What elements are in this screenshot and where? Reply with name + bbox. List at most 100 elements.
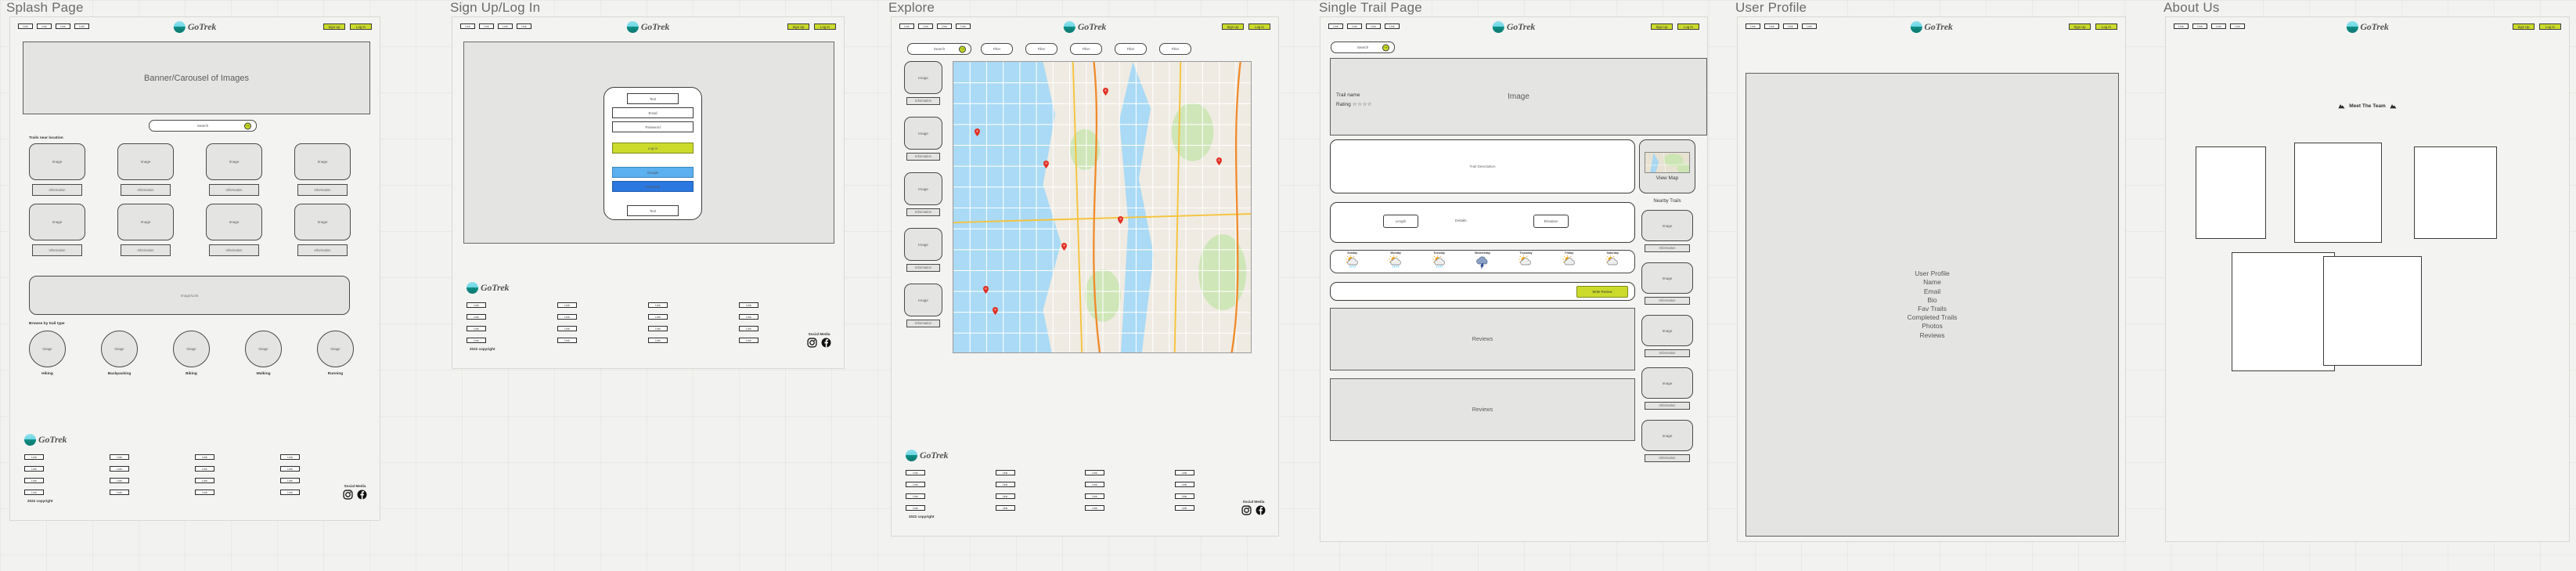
trail-card[interactable]: Image Information: [294, 204, 351, 257]
trail-card[interactable]: Image Information: [1641, 315, 1693, 357]
nav-link-2[interactable]: Link: [1764, 23, 1779, 29]
map-pin-icon[interactable]: [1216, 157, 1223, 166]
nearby-trail-info[interactable]: Information: [1644, 296, 1691, 305]
trail-type-circle-1[interactable]: Image: [29, 331, 66, 367]
map-pin-3[interactable]: [1103, 85, 1108, 96]
footer-link-14[interactable]: Link: [995, 505, 1015, 511]
trail-hero-image[interactable]: Image: [1330, 58, 1707, 136]
footer-brand[interactable]: GoTrek: [906, 450, 949, 461]
trail-card[interactable]: Image Information: [904, 61, 942, 105]
footer-link-4[interactable]: Link: [1174, 470, 1194, 475]
splash-row1-card-image[interactable]: Image: [206, 143, 262, 180]
sign-up-button[interactable]: Sign Up: [323, 23, 345, 30]
footer-link-11[interactable]: Link: [1085, 493, 1104, 499]
map-pin-icon[interactable]: [1118, 215, 1124, 224]
footer-link-5[interactable]: Link: [467, 314, 486, 320]
footer-link-5[interactable]: Link: [906, 482, 925, 487]
explore-result-info[interactable]: Information: [906, 319, 941, 327]
footer-link-13[interactable]: Link: [467, 338, 486, 343]
explore-result-image[interactable]: Image: [904, 117, 942, 150]
map-pin-1[interactable]: [974, 126, 980, 137]
trail-elevation-button[interactable]: Elevation: [1533, 215, 1569, 228]
nearby-trail-info[interactable]: Information: [1644, 454, 1691, 462]
instagram-icon[interactable]: [807, 338, 817, 348]
nav-link-3[interactable]: Link: [56, 23, 70, 29]
banner-carousel[interactable]: Banner/Carousel of Images: [23, 42, 370, 114]
footer-link-10[interactable]: Link: [110, 478, 129, 483]
sign-up-button[interactable]: Sign Up: [787, 23, 809, 30]
splash-row1-card-image[interactable]: Image: [29, 143, 85, 180]
nav-link-1[interactable]: Link: [1328, 23, 1343, 29]
nearby-trail-image[interactable]: Image: [1641, 262, 1693, 294]
search-submit-button[interactable]: →: [1382, 44, 1389, 51]
footer-link-3[interactable]: Link: [648, 302, 668, 308]
facebook-icon[interactable]: [821, 338, 831, 348]
footer-link-1[interactable]: Link: [906, 470, 925, 475]
sign-up-button[interactable]: Sign Up: [2513, 23, 2535, 30]
footer-link-2[interactable]: Link: [995, 470, 1015, 475]
google-login-button[interactable]: Google: [612, 167, 694, 178]
log-in-button[interactable]: Log In: [814, 23, 836, 30]
footer-link-3[interactable]: Link: [195, 454, 214, 460]
splash-row2-card-info[interactable]: Information: [209, 244, 259, 257]
trail-card[interactable]: Image Information: [29, 143, 85, 197]
trail-type-circle-2[interactable]: Image: [101, 331, 138, 367]
image-link-banner[interactable]: Image/Link: [29, 276, 350, 315]
instagram-icon[interactable]: [1241, 505, 1252, 515]
explore-result-info[interactable]: Information: [906, 208, 941, 216]
splash-row2-card-image[interactable]: Image: [117, 204, 174, 240]
footer-link-15[interactable]: Link: [195, 490, 214, 495]
footer-link-8[interactable]: Link: [739, 314, 758, 320]
trail-card[interactable]: Image Information: [206, 204, 262, 257]
footer-link-12[interactable]: Link: [739, 326, 758, 331]
trail-card[interactable]: Image Information: [1641, 262, 1693, 305]
sign-up-button[interactable]: Sign Up: [1651, 23, 1673, 30]
nav-link-4[interactable]: Link: [517, 23, 531, 29]
splash-row1-card-info[interactable]: Information: [297, 184, 348, 197]
sign-up-button[interactable]: Sign Up: [2069, 23, 2091, 30]
footer-link-9[interactable]: Link: [24, 478, 44, 483]
footer-link-11[interactable]: Link: [648, 326, 668, 331]
log-in-button[interactable]: Log In: [1677, 23, 1699, 30]
trail-type-circle-5[interactable]: Image: [317, 331, 354, 367]
footer-link-3[interactable]: Link: [1085, 470, 1104, 475]
trail-card[interactable]: Image Information: [1641, 210, 1693, 252]
text-field-bottom[interactable]: Text: [627, 205, 679, 216]
footer-link-7[interactable]: Link: [1085, 482, 1104, 487]
footer-link-12[interactable]: Link: [1174, 493, 1194, 499]
trail-card[interactable]: Image Information: [1641, 420, 1693, 462]
footer-link-1[interactable]: Link: [467, 302, 486, 308]
filter-button-1[interactable]: Filter: [981, 43, 1013, 55]
instagram-icon[interactable]: [343, 490, 353, 500]
nav-link-3[interactable]: Link: [2211, 23, 2226, 29]
log-in-button[interactable]: Log In: [2095, 23, 2117, 30]
explore-result-info[interactable]: Information: [906, 152, 941, 161]
nav-link-4[interactable]: Link: [74, 23, 89, 29]
facebook-icon[interactable]: [1256, 505, 1266, 515]
splash-row2-card-image[interactable]: Image: [294, 204, 351, 240]
footer-brand[interactable]: GoTrek: [24, 434, 67, 446]
map-pin-7[interactable]: [983, 284, 989, 295]
nav-link-3[interactable]: Link: [937, 23, 952, 29]
splash-row1-card-image[interactable]: Image: [117, 143, 174, 180]
view-map-thumbnail[interactable]: [1645, 152, 1690, 173]
brand-logo[interactable]: GoTrek: [1063, 21, 1106, 33]
splash-row2-card-info[interactable]: Information: [297, 244, 348, 257]
explore-result-image[interactable]: Image: [904, 228, 942, 261]
brand-logo[interactable]: GoTrek: [1492, 21, 1535, 33]
footer-link-15[interactable]: Link: [648, 338, 668, 343]
log-in-submit-button[interactable]: Log In: [612, 143, 694, 154]
nearby-trail-image[interactable]: Image: [1641, 315, 1693, 346]
footer-link-12[interactable]: Link: [280, 478, 300, 483]
search-submit-button[interactable]: →: [959, 45, 966, 52]
brand-logo[interactable]: GoTrek: [173, 21, 216, 33]
nearby-trail-image[interactable]: Image: [1641, 210, 1693, 241]
footer-link-10[interactable]: Link: [557, 326, 577, 331]
footer-link-2[interactable]: Link: [557, 302, 577, 308]
footer-link-5[interactable]: Link: [24, 466, 44, 472]
team-card-bottom-2[interactable]: [2323, 256, 2422, 366]
trail-card[interactable]: Image Information: [1641, 367, 1693, 410]
map-pin-2[interactable]: [1043, 158, 1049, 169]
trail-type-circle-4[interactable]: Image: [245, 331, 282, 367]
log-in-button[interactable]: Log In: [1248, 23, 1270, 30]
